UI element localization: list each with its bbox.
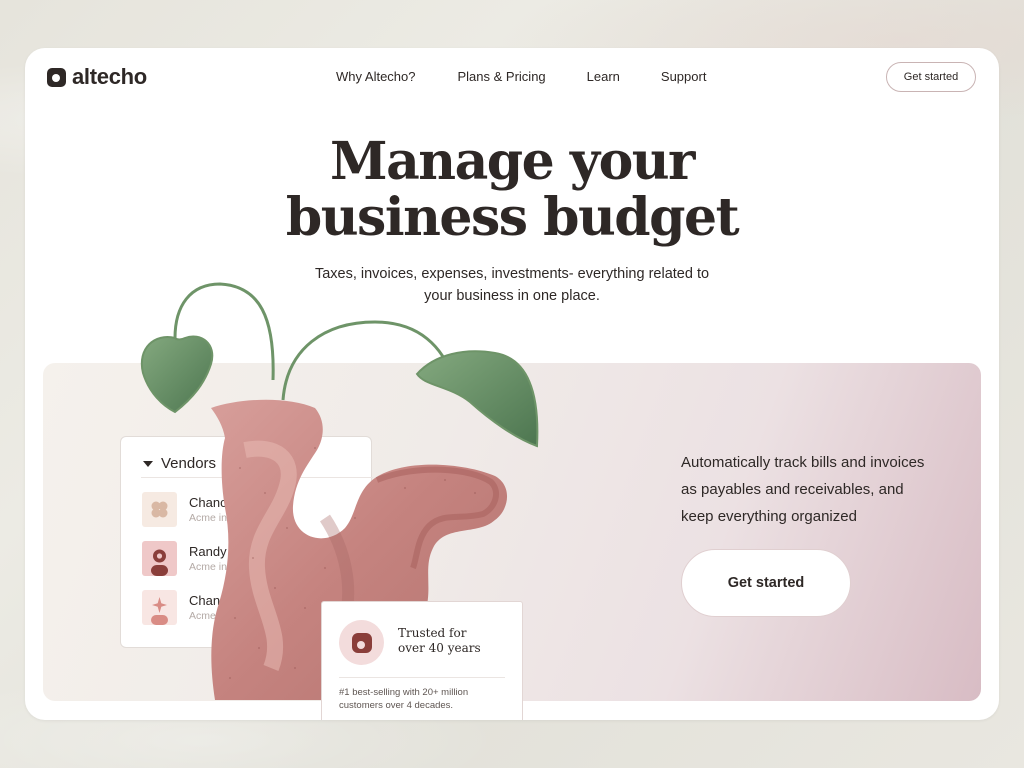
trust-card: Trusted for over 40 years #1 best-sellin… bbox=[321, 601, 523, 720]
vendor-row[interactable]: Chance C Acme inc bbox=[142, 590, 247, 625]
vendor-company: Acme inc bbox=[189, 609, 233, 622]
nav-item-pricing[interactable]: Plans & Pricing bbox=[458, 69, 546, 84]
logo-mark-icon bbox=[47, 67, 66, 87]
trust-text-line-2: customers over 4 decades. bbox=[339, 700, 454, 711]
trust-text: #1 best-selling with 20+ million custome… bbox=[339, 686, 514, 712]
brand-mark-icon bbox=[339, 620, 384, 665]
vendors-header[interactable]: Vendors bbox=[121, 437, 371, 477]
feature-get-started-button[interactable]: Get started bbox=[681, 549, 851, 617]
vendor-company: Acme inc bbox=[189, 511, 233, 524]
feature-line-3: keep everything organized bbox=[681, 508, 857, 525]
hero-subhead: Taxes, invoices, expenses, investments- … bbox=[25, 263, 999, 307]
logo[interactable]: altecho bbox=[47, 64, 147, 90]
hero-headline: Manage your business budget bbox=[25, 134, 999, 246]
vendor-name: Chance Levin bbox=[189, 494, 269, 510]
trust-title: Trusted for over 40 years bbox=[398, 626, 508, 656]
trust-title-line-1: Trusted for bbox=[398, 626, 467, 640]
nav-item-learn[interactable]: Learn bbox=[587, 69, 620, 84]
nav-item-support[interactable]: Support bbox=[661, 69, 707, 84]
caret-down-icon bbox=[143, 460, 153, 467]
flower-icon bbox=[142, 492, 177, 527]
subhead-line-1: Taxes, invoices, expenses, investments- … bbox=[314, 266, 710, 282]
trust-title-line-2: over 40 years bbox=[398, 641, 481, 655]
vendor-name: Chance C bbox=[189, 592, 247, 608]
subhead-line-2: your business in one place. bbox=[424, 288, 600, 304]
landing-card: altecho Why Altecho? Plans & Pricing Lea… bbox=[25, 48, 999, 720]
headline-line-2: business budget bbox=[285, 187, 740, 248]
nav-get-started-button[interactable]: Get started bbox=[886, 62, 976, 92]
vendor-company: Acme inc bbox=[189, 560, 233, 573]
vendor-row[interactable]: Chance Levin Acme inc bbox=[142, 492, 269, 527]
nav-item-why[interactable]: Why Altecho? bbox=[336, 69, 416, 84]
feature-line-2: as payables and receivables, and bbox=[681, 481, 904, 498]
sparkle-icon bbox=[142, 590, 177, 625]
feature-copy: Automatically track bills and invoices a… bbox=[681, 449, 971, 530]
main-nav: Why Altecho? Plans & Pricing Learn Suppo… bbox=[336, 69, 706, 84]
vendor-row[interactable]: Randy Stanton Acme inc bbox=[142, 541, 275, 576]
person-icon bbox=[142, 541, 177, 576]
brand-name: altecho bbox=[72, 64, 147, 89]
divider bbox=[339, 677, 505, 678]
trust-text-line-1: #1 best-selling with 20+ million bbox=[339, 687, 469, 698]
vendor-name: Randy Stanton bbox=[189, 543, 276, 559]
headline-line-1: Manage your bbox=[330, 131, 695, 192]
feature-line-1: Automatically track bills and invoices bbox=[681, 454, 925, 471]
divider bbox=[141, 477, 373, 478]
vendors-title: Vendors bbox=[161, 455, 217, 472]
